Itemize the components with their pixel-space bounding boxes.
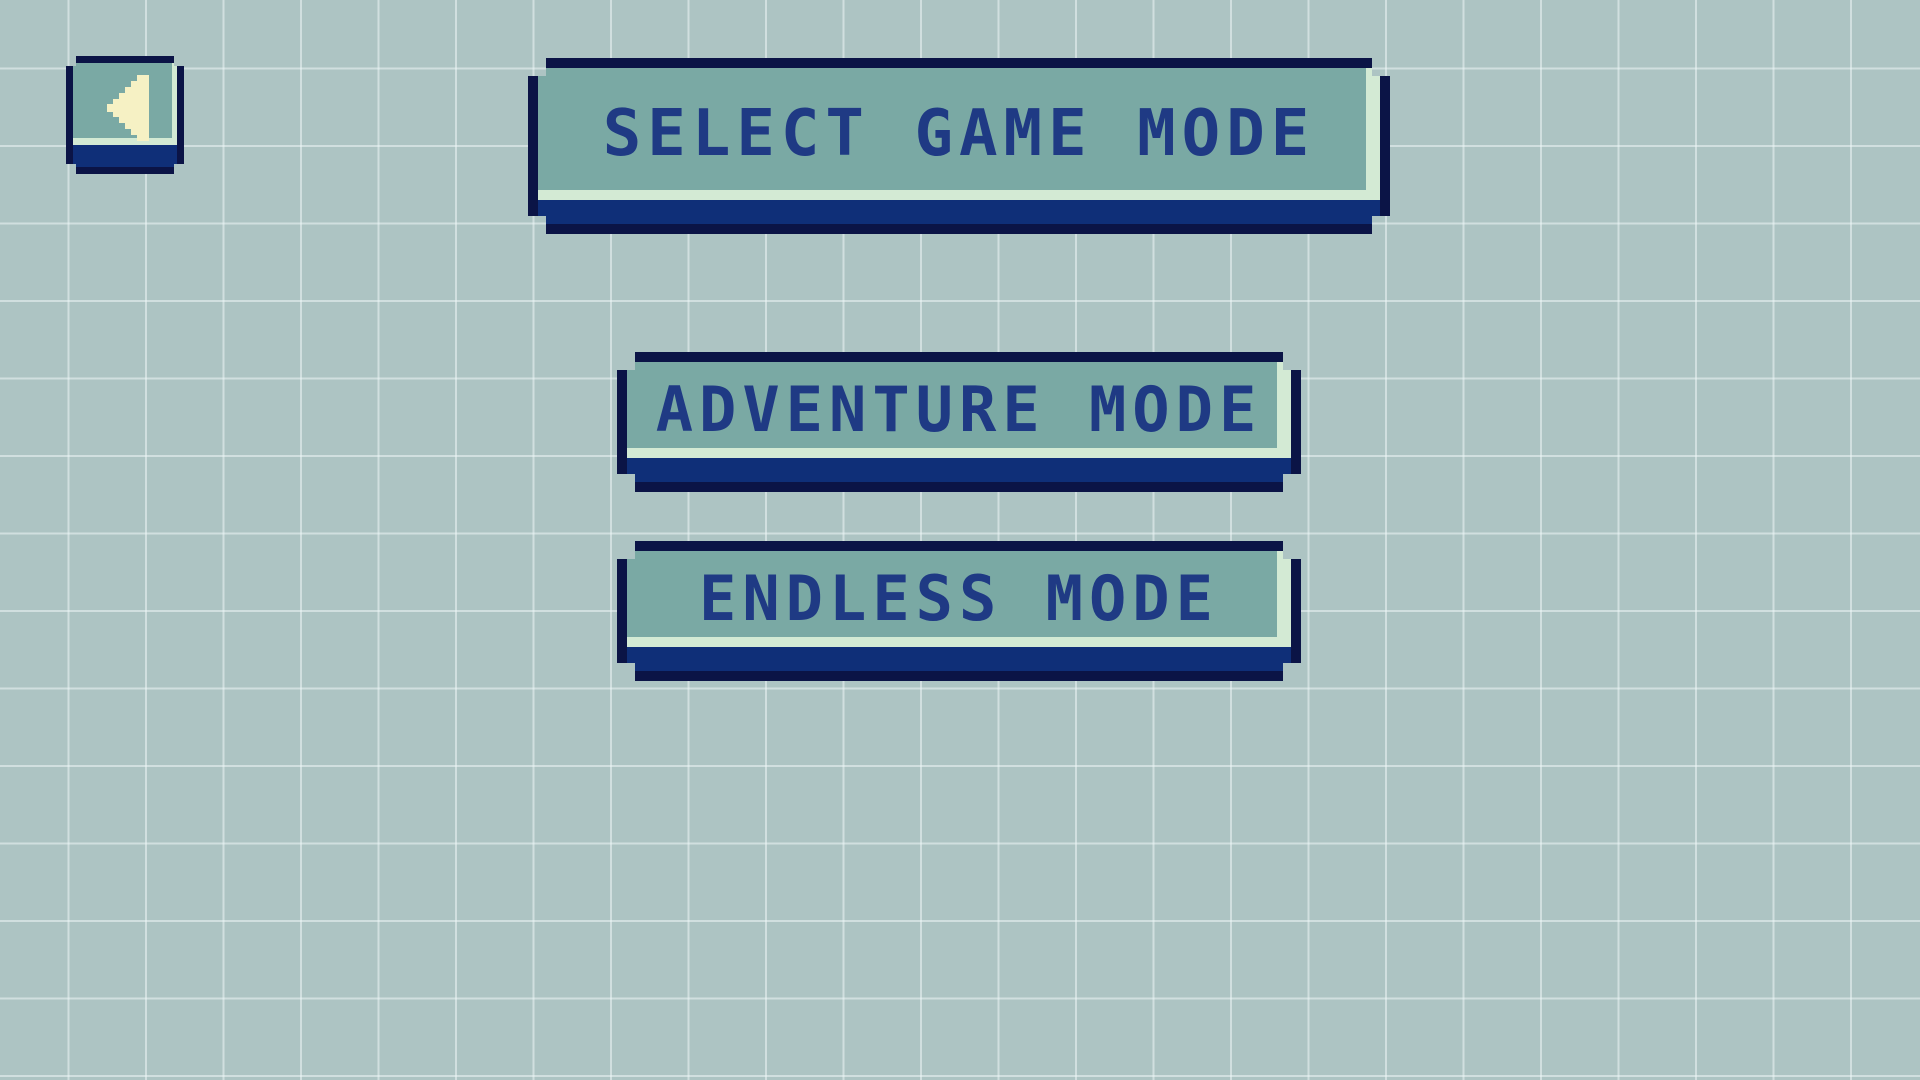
endless-mode-label: ENDLESS MODE <box>699 562 1219 635</box>
back-button[interactable] <box>66 56 184 174</box>
page-title: SELECT GAME MODE <box>602 97 1316 171</box>
triangle-left-icon <box>101 75 149 141</box>
adventure-mode-button[interactable]: ADVENTURE MODE <box>617 352 1301 492</box>
endless-mode-button[interactable]: ENDLESS MODE <box>617 541 1301 681</box>
adventure-mode-label: ADVENTURE MODE <box>655 373 1263 446</box>
title-banner: SELECT GAME MODE <box>528 58 1390 234</box>
